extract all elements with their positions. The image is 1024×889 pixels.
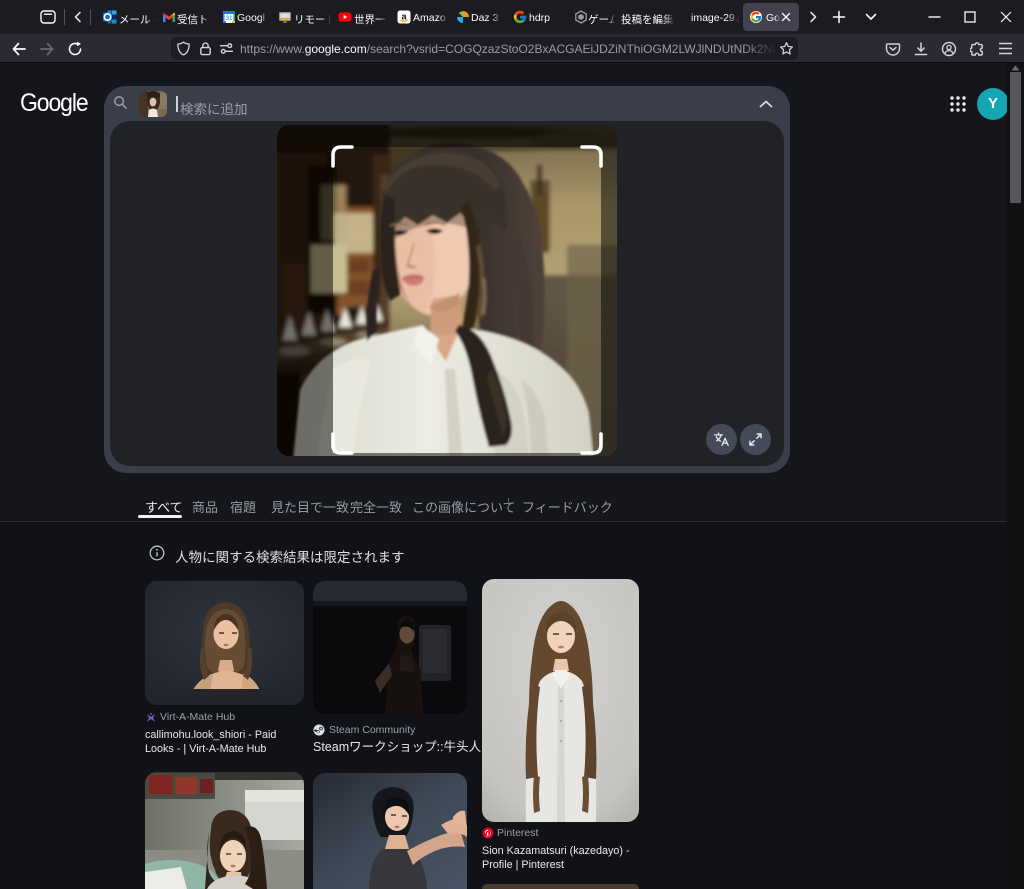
svg-text:31: 31	[225, 15, 233, 22]
